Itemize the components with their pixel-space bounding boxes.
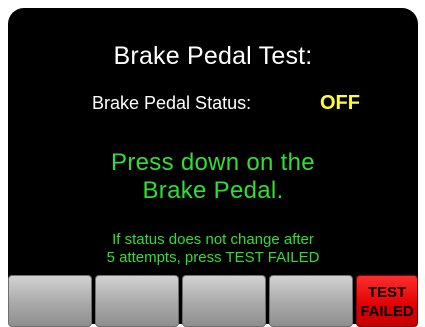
softkey-2-button[interactable]: [95, 275, 179, 327]
hint-line-1: If status does not change after: [112, 231, 314, 248]
test-failed-label-line-1: TEST: [367, 284, 407, 301]
softkey-4-button[interactable]: [269, 275, 353, 327]
test-screen: Brake Pedal Test: Brake Pedal Status: OF…: [0, 0, 425, 327]
softkey-1-button[interactable]: [8, 275, 92, 327]
instruction-text: Press down on the Brake Pedal.: [8, 149, 418, 205]
hint-text: If status does not change after 5 attemp…: [8, 231, 418, 267]
brake-pedal-status-value: OFF: [320, 92, 360, 114]
brake-pedal-status-label: Brake Pedal Status:: [92, 93, 252, 113]
instruction-line-2: Brake Pedal.: [142, 177, 284, 204]
softkey-3-button[interactable]: [182, 275, 266, 327]
instruction-line-1: Press down on the: [111, 149, 315, 176]
hint-line-2: 5 attempts, press TEST FAILED: [106, 249, 320, 266]
softkey-row: TEST FAILED: [8, 269, 418, 327]
test-failed-label-line-2: FAILED: [360, 303, 414, 320]
test-failed-button[interactable]: TEST FAILED: [356, 275, 418, 327]
page-title: Brake Pedal Test:: [113, 42, 313, 70]
